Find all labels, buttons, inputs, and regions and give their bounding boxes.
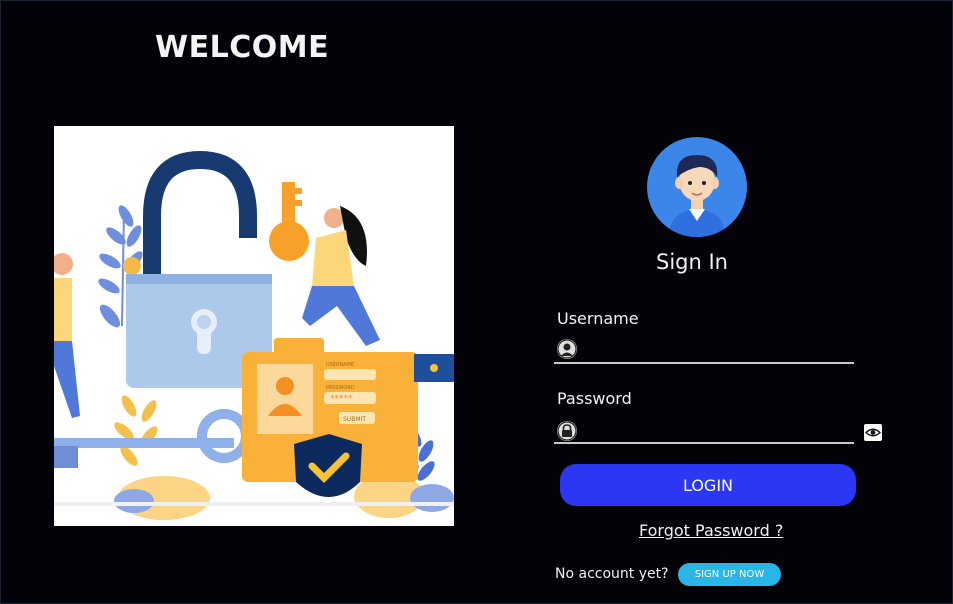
bush-shape — [410, 484, 454, 512]
password-label: Password — [557, 389, 632, 408]
username-label: Username — [557, 309, 639, 328]
password-input[interactable] — [582, 419, 850, 441]
username-input[interactable] — [582, 338, 850, 360]
user-icon — [557, 339, 577, 359]
user-avatar-icon — [647, 137, 747, 237]
flower-shape — [123, 257, 141, 275]
key-bit — [54, 446, 78, 468]
form-card-password-label: PASSWORD : — [326, 385, 358, 391]
security-illustration: USERNAME : PASSWORD : ***** SUBMIT — [54, 126, 454, 526]
leaves-yellow — [114, 395, 158, 466]
no-account-text: No account yet? — [555, 566, 669, 582]
shield-icon — [294, 434, 362, 497]
sign-up-button[interactable]: SIGN UP NOW — [678, 563, 781, 586]
person-pants — [302, 286, 380, 346]
form-card-submit-label: SUBMIT — [343, 416, 366, 423]
form-card-username-label: USERNAME : — [326, 362, 358, 368]
padlock-shackle — [143, 150, 257, 276]
floor-line — [54, 502, 454, 506]
username-underline — [554, 362, 854, 364]
welcome-heading: WELCOME — [155, 30, 330, 65]
person-left-head — [54, 253, 73, 275]
forgot-password-link[interactable]: Forgot Password ? — [639, 521, 783, 540]
security-illustration-art: USERNAME : PASSWORD : ***** SUBMIT — [54, 150, 454, 520]
bush-shape — [114, 489, 154, 513]
login-button[interactable]: LOGIN — [560, 464, 856, 506]
lock-icon — [557, 421, 577, 441]
form-card-password-mask: ***** — [330, 394, 353, 404]
key-ring — [197, 409, 251, 463]
eye-icon[interactable] — [864, 424, 882, 441]
password-underline — [554, 442, 854, 444]
sign-in-title: Sign In — [656, 250, 728, 274]
